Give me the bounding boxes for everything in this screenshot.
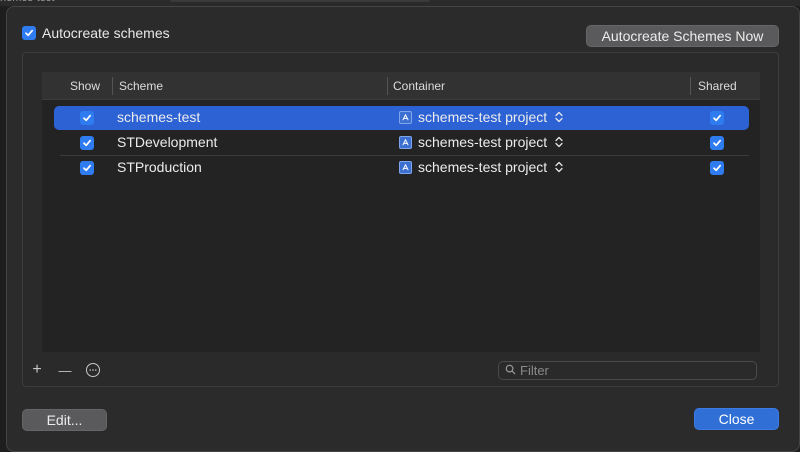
table-header: Show Scheme Container Shared: [42, 72, 760, 100]
show-checkbox[interactable]: [80, 161, 94, 175]
xcode-project-icon: [399, 135, 412, 149]
add-scheme-button[interactable]: +: [30, 361, 44, 378]
shared-checkbox[interactable]: [710, 161, 724, 175]
ellipsis-circle-icon: [86, 363, 100, 377]
close-button[interactable]: Close: [694, 408, 779, 430]
table-toolbar: + —: [30, 361, 100, 378]
show-checkbox[interactable]: [80, 111, 94, 125]
autocreate-schemes-now-button[interactable]: Autocreate Schemes Now: [586, 25, 779, 47]
background-window-bar: [170, 0, 430, 2]
container-popup[interactable]: schemes-test project: [399, 134, 563, 150]
checkmark-icon[interactable]: [22, 26, 36, 40]
column-header-container[interactable]: Container: [393, 79, 445, 93]
shared-checkbox[interactable]: [710, 111, 724, 125]
table-row[interactable]: STDevelopment schemes-test project: [54, 131, 749, 156]
background-window-title: hemes-test: [0, 0, 54, 4]
more-options-button[interactable]: [86, 362, 100, 378]
column-header-shared[interactable]: Shared: [698, 79, 737, 93]
schemes-table: Show Scheme Container Shared schemes-tes…: [42, 72, 760, 352]
table-row[interactable]: STProduction schemes-test project: [54, 156, 749, 180]
column-divider[interactable]: [112, 77, 113, 95]
scheme-name: STProduction: [117, 159, 202, 175]
scheme-name: STDevelopment: [117, 134, 218, 150]
autocreate-schemes-checkbox[interactable]: Autocreate schemes: [22, 25, 170, 41]
column-header-scheme[interactable]: Scheme: [119, 79, 163, 93]
show-checkbox[interactable]: [80, 136, 94, 150]
table-row[interactable]: schemes-test schemes-test project: [54, 106, 749, 130]
filter-input[interactable]: [520, 363, 740, 378]
container-popup[interactable]: schemes-test project: [399, 159, 563, 175]
xcode-project-icon: [399, 160, 412, 174]
remove-scheme-button[interactable]: —: [58, 362, 72, 378]
container-label: schemes-test project: [418, 109, 548, 125]
edit-button[interactable]: Edit...: [22, 409, 107, 431]
container-popup[interactable]: schemes-test project: [399, 109, 563, 125]
autocreate-schemes-label: Autocreate schemes: [42, 25, 170, 41]
search-icon: [505, 363, 516, 378]
scheme-name: schemes-test: [117, 109, 201, 125]
column-header-show[interactable]: Show: [70, 79, 100, 93]
column-divider[interactable]: [690, 77, 691, 95]
up-down-chevron-icon: [555, 111, 563, 123]
container-label: schemes-test project: [418, 134, 548, 150]
up-down-chevron-icon: [555, 161, 563, 173]
xcode-project-icon: [399, 110, 412, 124]
up-down-chevron-icon: [555, 136, 563, 148]
container-label: schemes-test project: [418, 159, 548, 175]
filter-field[interactable]: [498, 361, 757, 380]
shared-checkbox[interactable]: [710, 136, 724, 150]
column-divider[interactable]: [387, 77, 388, 95]
